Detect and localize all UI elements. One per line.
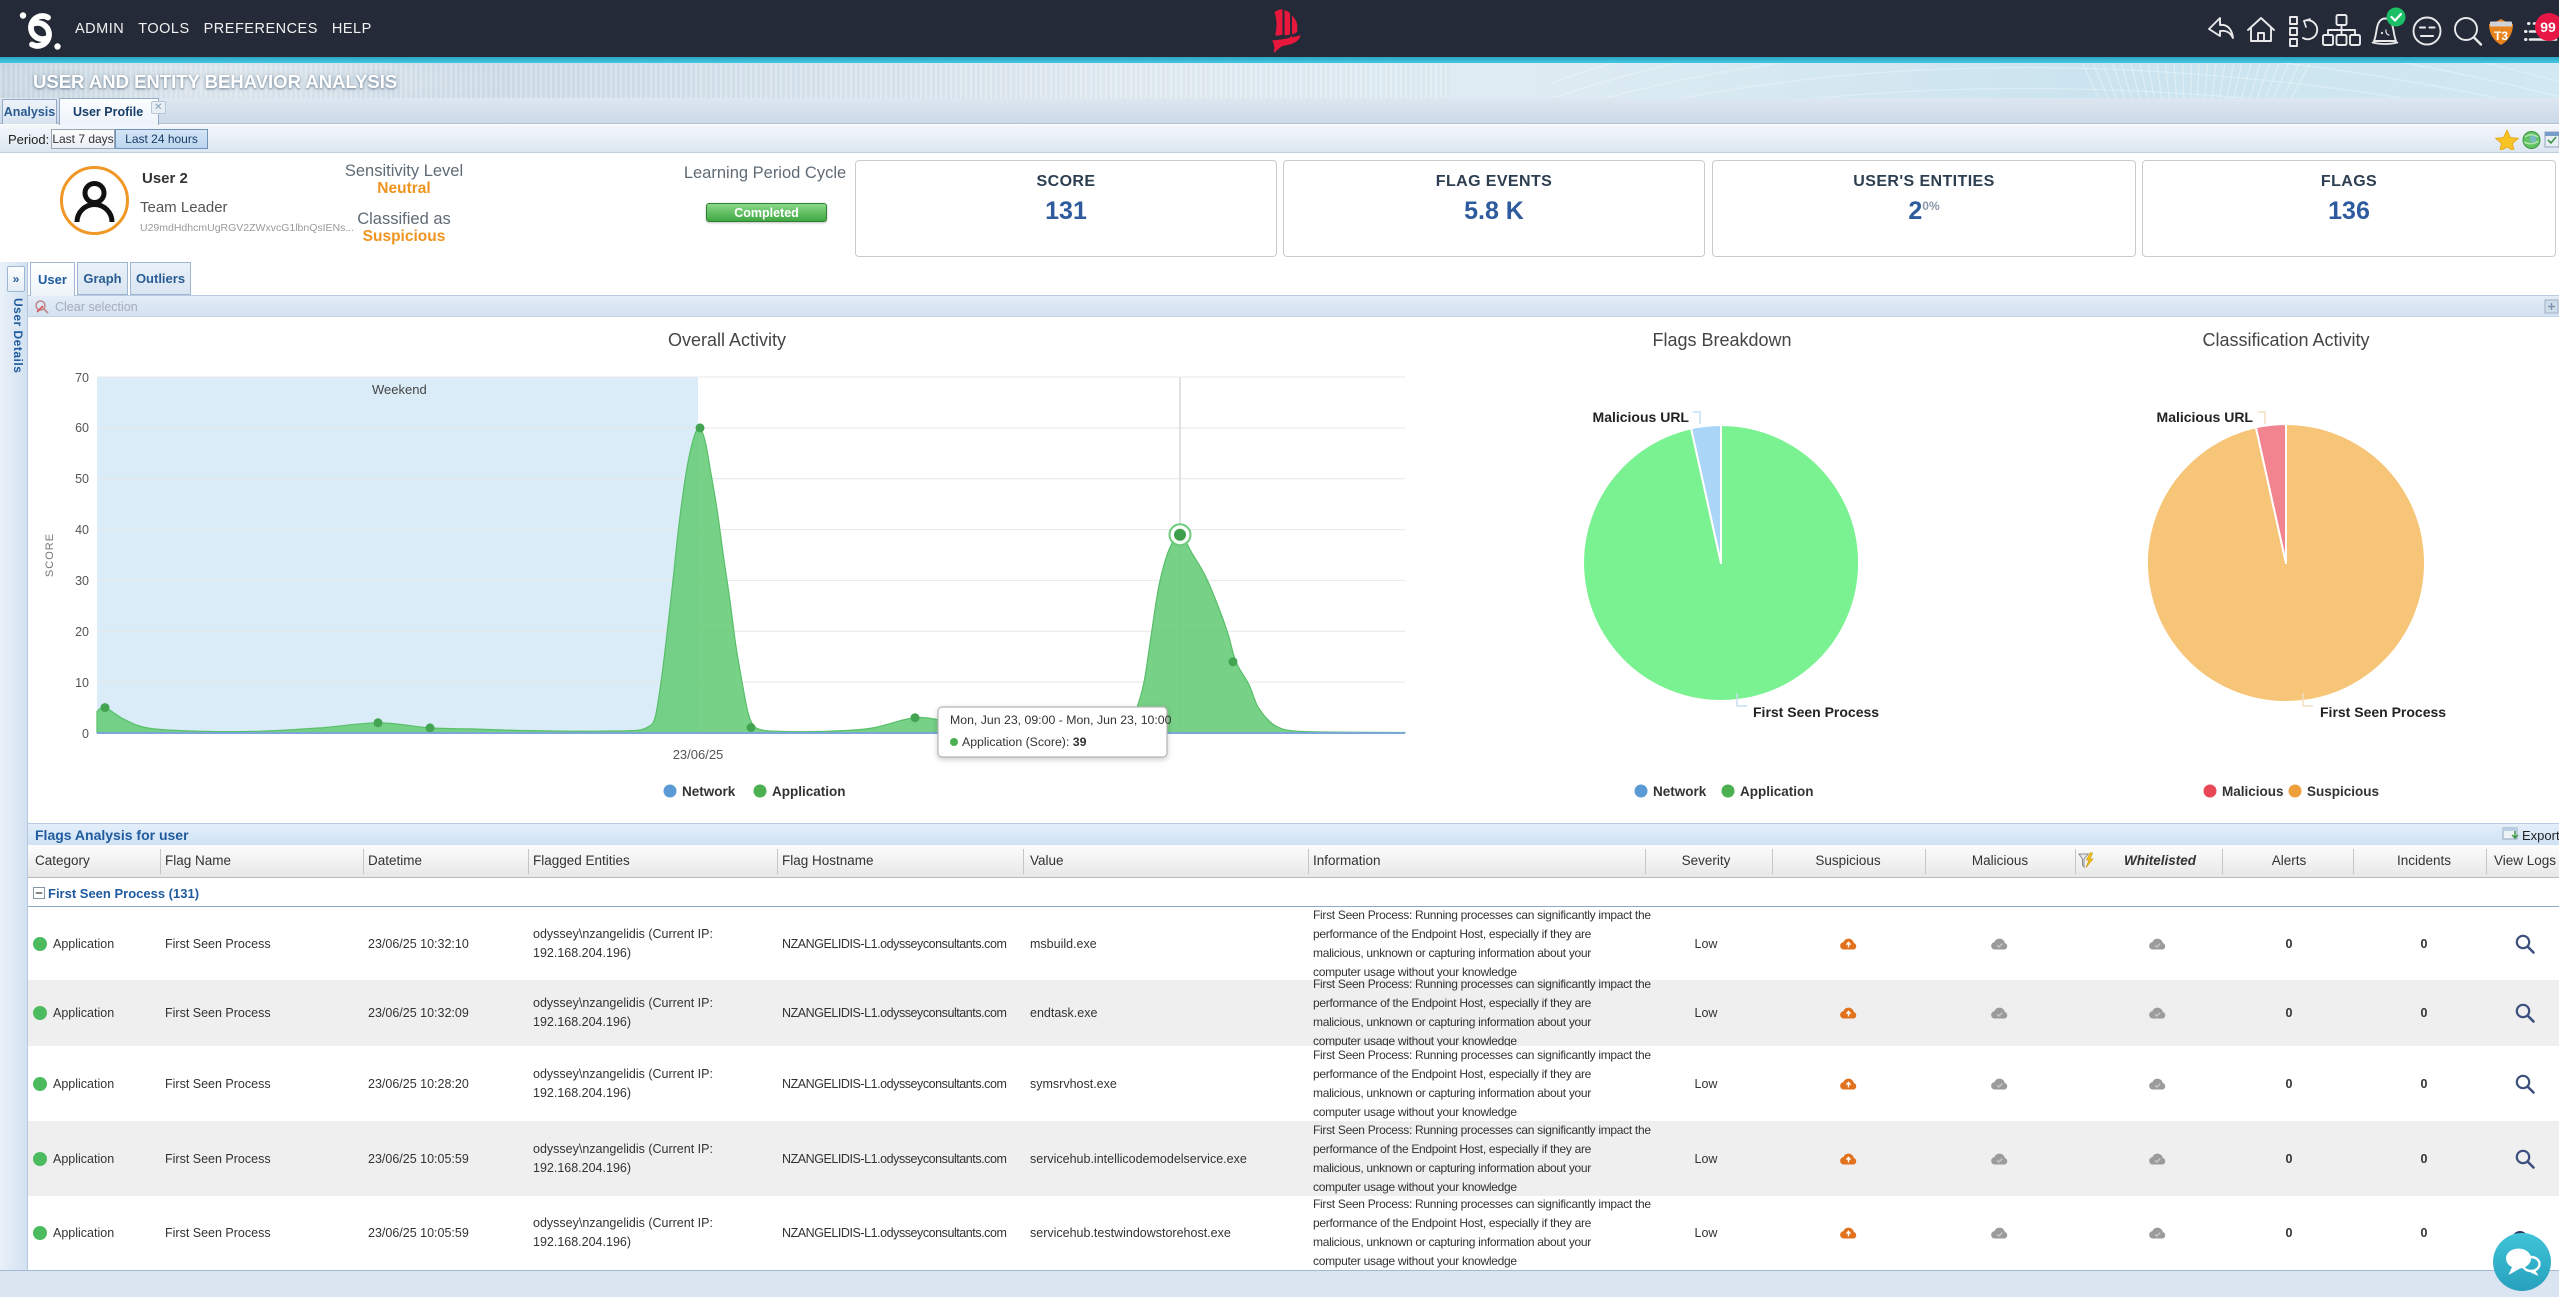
svg-text:Network: Network — [1653, 784, 1707, 799]
svg-text:40: 40 — [75, 523, 89, 537]
svg-text:Application (Score): 39: Application (Score): 39 — [962, 735, 1087, 749]
svg-text:50: 50 — [75, 472, 89, 486]
svg-text:SCORE: SCORE — [44, 533, 56, 577]
svg-text:Network: Network — [682, 784, 736, 799]
svg-text:First Seen Process: First Seen Process — [2320, 704, 2446, 720]
svg-text:0: 0 — [82, 727, 89, 741]
svg-text:30: 30 — [75, 574, 89, 588]
svg-text:Weekend: Weekend — [372, 382, 427, 397]
svg-text:Application: Application — [772, 784, 846, 799]
svg-text:70: 70 — [75, 371, 89, 385]
svg-text:20: 20 — [75, 625, 89, 639]
svg-text:Application: Application — [1740, 784, 1814, 799]
svg-text:First Seen Process: First Seen Process — [1753, 704, 1879, 720]
svg-text:60: 60 — [75, 421, 89, 435]
svg-text:Mon, Jun 23, 09:00 - Mon, Jun: Mon, Jun 23, 09:00 - Mon, Jun 23, 10:00 — [950, 713, 1172, 727]
svg-text:23/06/25: 23/06/25 — [673, 747, 724, 762]
svg-text:Malicious URL: Malicious URL — [2157, 409, 2254, 425]
svg-text:Malicious URL: Malicious URL — [1593, 409, 1690, 425]
svg-text:99: 99 — [2540, 19, 2556, 35]
svg-text:Suspicious: Suspicious — [2307, 784, 2379, 799]
svg-text:Malicious: Malicious — [2222, 784, 2284, 799]
svg-text:T3: T3 — [2494, 29, 2508, 43]
svg-text:10: 10 — [75, 676, 89, 690]
